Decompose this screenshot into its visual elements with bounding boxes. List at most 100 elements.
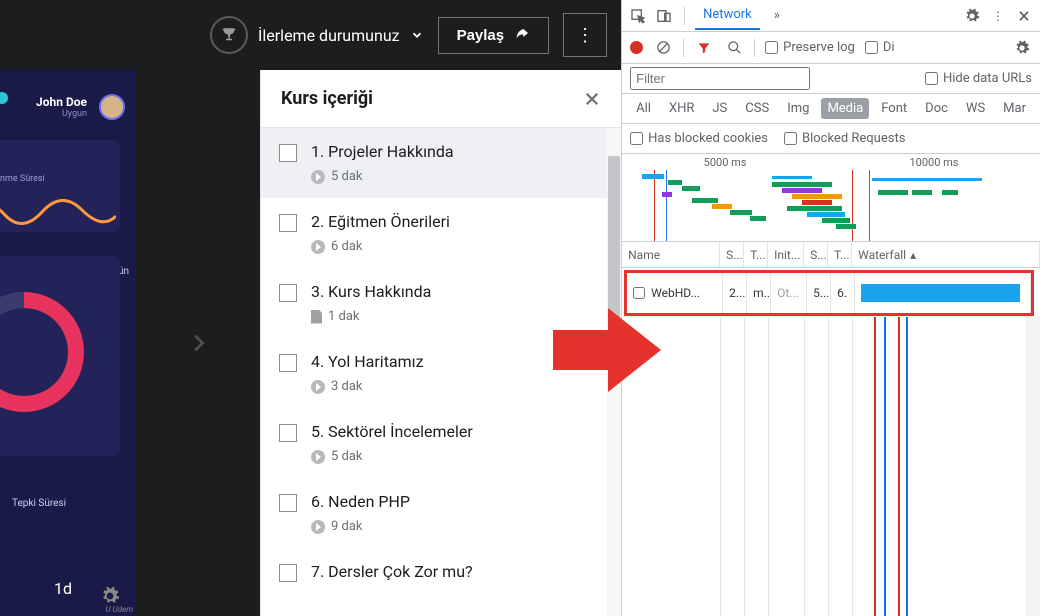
type-filter-js[interactable]: JS (706, 98, 733, 119)
tab-network[interactable]: Network (695, 1, 760, 30)
cell-size: 5... (807, 273, 831, 313)
col-time[interactable]: T... (828, 242, 852, 267)
divider (684, 7, 685, 25)
inspect-icon[interactable] (628, 6, 648, 26)
curriculum-item[interactable]: 3. Kurs Hakkında1 dak (261, 268, 621, 338)
curriculum-item[interactable]: 7. Dersler Çok Zor mu? (261, 548, 621, 596)
type-filter-css[interactable]: CSS (739, 98, 775, 119)
more-vertical-icon[interactable]: ⋮ (988, 6, 1008, 26)
blocked-requests-checkbox[interactable]: Blocked Requests (784, 131, 905, 146)
settings-icon[interactable] (962, 6, 982, 26)
network-overview[interactable]: 5000 ms 10000 ms (622, 154, 1040, 242)
sort-up-icon: ▴ (910, 248, 916, 262)
top-bar: İlerleme durumunuz Paylaş ⋮ (0, 0, 621, 70)
checkbox-icon[interactable] (865, 41, 878, 54)
col-size[interactable]: S... (804, 242, 828, 267)
network-table-header[interactable]: Name S... T... Init... S... T... Waterfa… (622, 242, 1040, 268)
has-blocked-cookies-checkbox[interactable]: Has blocked cookies (630, 131, 768, 146)
type-filter-font[interactable]: Font (875, 98, 913, 119)
chevron-down-icon (410, 28, 424, 42)
curriculum-item[interactable]: 5. Sektörel İncelemeler5 dak (261, 408, 621, 478)
play-circle-icon (311, 380, 325, 394)
share-button[interactable]: Paylaş (438, 17, 550, 54)
checkbox-icon[interactable] (630, 132, 643, 145)
row-checkbox[interactable] (633, 287, 645, 299)
type-filter-all[interactable]: All (630, 98, 657, 119)
lecture-checkbox[interactable] (279, 494, 297, 512)
lecture-checkbox[interactable] (279, 144, 297, 162)
network-settings-icon[interactable] (1012, 38, 1032, 58)
curriculum-item[interactable]: 6. Neden PHP9 dak (261, 478, 621, 548)
close-curriculum-button[interactable] (583, 90, 601, 108)
network-table-body[interactable] (622, 316, 1040, 616)
more-button[interactable]: ⋮ (563, 13, 607, 57)
col-type[interactable]: T... (744, 242, 768, 267)
lecture-checkbox[interactable] (279, 214, 297, 232)
type-filter-img[interactable]: Img (781, 98, 815, 119)
waterfall-bar (861, 284, 1020, 302)
preserve-log-checkbox[interactable]: Preserve log (765, 40, 855, 55)
checkbox-icon[interactable] (925, 72, 938, 85)
curriculum-item[interactable]: 2. Eğitmen Önerileri6 dak (261, 198, 621, 268)
lecture-checkbox[interactable] (279, 424, 297, 442)
lecture-title: 6. Neden PHP (311, 492, 603, 511)
share-label: Paylaş (457, 27, 505, 44)
network-row-highlighted[interactable]: WebHD... 2... m... Ot... 5... 6. (624, 270, 1034, 316)
play-circle-icon (311, 240, 325, 254)
search-icon[interactable] (724, 38, 744, 58)
record-icon[interactable] (630, 41, 643, 54)
curriculum-item[interactable]: 1. Projeler Hakkında5 dak (261, 128, 621, 198)
next-video-button[interactable] (135, 70, 260, 616)
curriculum-list[interactable]: 1. Projeler Hakkında5 dak2. Eğitmen Öner… (261, 128, 621, 616)
checkbox-icon[interactable] (784, 132, 797, 145)
checkbox-icon[interactable] (765, 41, 778, 54)
preserve-log-label: Preserve log (783, 40, 855, 55)
col-initiator[interactable]: Init... (768, 242, 804, 267)
network-filter-row: Hide data URLs (622, 64, 1040, 94)
filter-input[interactable] (630, 67, 810, 90)
play-circle-icon (311, 450, 325, 464)
scrollbar-thumb[interactable] (608, 156, 620, 384)
lecture-title: 7. Dersler Çok Zor mu? (311, 562, 603, 581)
cookie-filter-row: Has blocked cookies Blocked Requests (622, 124, 1040, 154)
curriculum-item[interactable]: 4. Yol Haritamız3 dak (261, 338, 621, 408)
type-filter-media[interactable]: Media (821, 98, 869, 119)
type-filter-xhr[interactable]: XHR (663, 98, 700, 119)
lecture-meta: 3 dak (311, 379, 603, 394)
disable-cache-checkbox[interactable]: Di (865, 40, 895, 55)
cell-name[interactable]: WebHD... (627, 273, 723, 313)
col-status[interactable]: S... (720, 242, 744, 267)
type-filter-mar[interactable]: Mar (997, 98, 1032, 119)
col-name[interactable]: Name (622, 242, 720, 267)
device-toggle-icon[interactable] (654, 6, 674, 26)
lecture-checkbox[interactable] (279, 354, 297, 372)
close-devtools-icon[interactable] (1014, 6, 1034, 26)
tab-more[interactable]: » (766, 2, 788, 29)
lecture-meta: 1 dak (311, 309, 603, 324)
type-filter-row: All XHR JS CSS Img Media Font Doc WS Mar (622, 94, 1040, 124)
clear-icon[interactable] (653, 38, 673, 58)
hide-data-urls-checkbox[interactable]: Hide data URLs (925, 71, 1032, 86)
col-waterfall[interactable]: Waterfall ▴ (852, 242, 1040, 267)
lecture-checkbox[interactable] (279, 284, 297, 302)
video-controls[interactable] (100, 586, 135, 606)
scrollbar-track[interactable] (607, 128, 621, 616)
lecture-meta: 5 dak (311, 449, 603, 464)
progress-button[interactable]: İlerleme durumunuz (210, 16, 424, 54)
network-toolbar: Preserve log Di (622, 32, 1040, 64)
user-name: John Doe (36, 95, 87, 109)
scrollbar-track[interactable] (1026, 317, 1040, 616)
lecture-meta: 5 dak (311, 169, 603, 184)
watermark: U Udem (106, 605, 133, 614)
lecture-checkbox[interactable] (279, 564, 297, 582)
filter-icon[interactable] (694, 38, 714, 58)
wave-icon (0, 190, 116, 226)
stat-label: alık İzlenme Süresi (0, 174, 110, 184)
video-preview[interactable]: John Doe Uygun 9 alık İzlenme Süresi Son… (0, 70, 135, 616)
play-circle-icon (311, 170, 325, 184)
play-circle-icon (311, 520, 325, 534)
type-filter-ws[interactable]: WS (960, 98, 991, 119)
settings-icon[interactable] (100, 586, 120, 606)
chevron-right-icon (187, 326, 209, 360)
type-filter-doc[interactable]: Doc (919, 98, 954, 119)
